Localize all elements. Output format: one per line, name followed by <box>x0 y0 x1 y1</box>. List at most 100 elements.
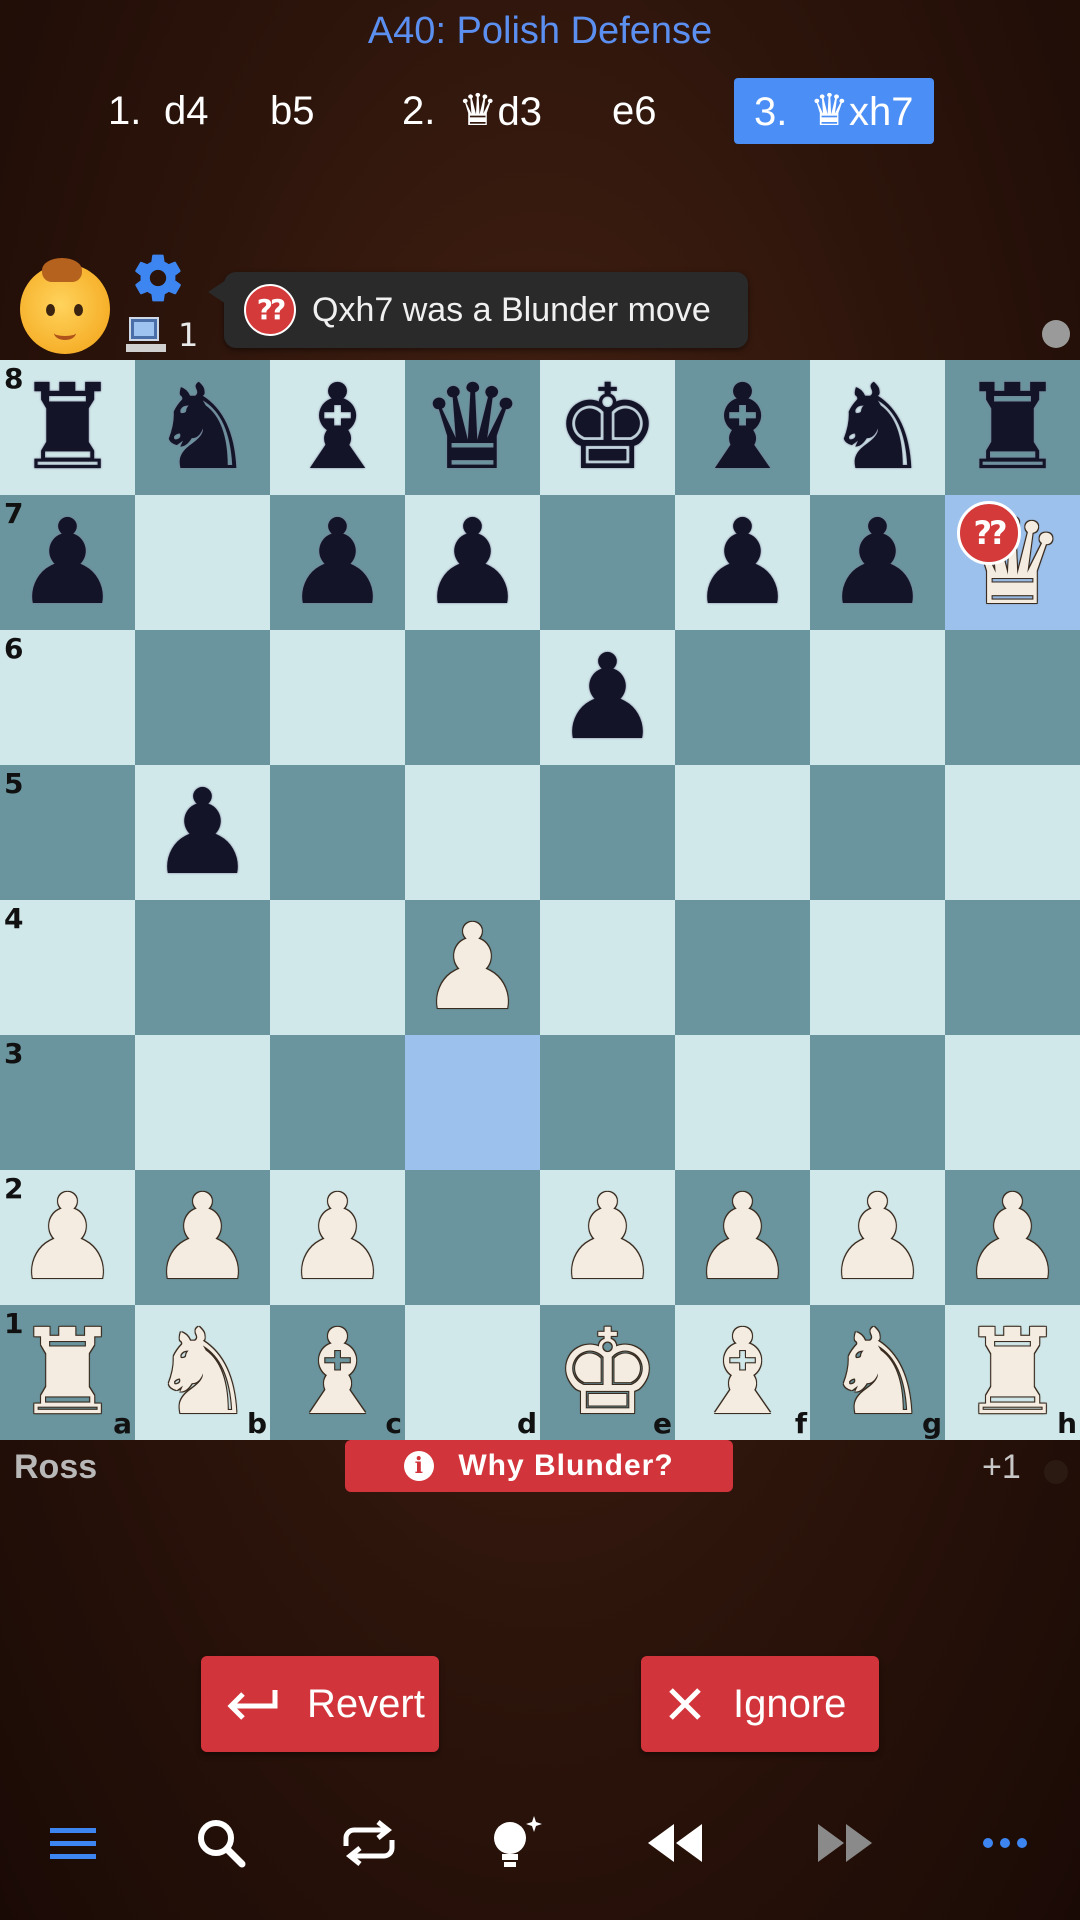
square-f5[interactable] <box>675 765 810 900</box>
square-f8[interactable]: ♝ <box>675 360 810 495</box>
ignore-button[interactable]: Ignore <box>641 1656 879 1752</box>
white-pawn-icon[interactable]: ♟ <box>810 1170 945 1305</box>
square-c8[interactable]: ♝ <box>270 360 405 495</box>
square-e5[interactable] <box>540 765 675 900</box>
black-pawn-icon[interactable]: ♟ <box>0 495 135 630</box>
square-e3[interactable] <box>540 1035 675 1170</box>
black-king-icon[interactable]: ♚ <box>540 360 675 495</box>
square-c7[interactable]: ♟ <box>270 495 405 630</box>
square-a6[interactable]: 6 <box>0 630 135 765</box>
square-d7[interactable]: ♟ <box>405 495 540 630</box>
white-pawn-icon[interactable]: ♟ <box>0 1170 135 1305</box>
fast-forward-icon[interactable] <box>810 1808 880 1878</box>
move-active[interactable]: 3. ♛xh7 <box>734 78 934 144</box>
square-c4[interactable] <box>270 900 405 1035</box>
square-g5[interactable] <box>810 765 945 900</box>
square-c5[interactable] <box>270 765 405 900</box>
square-h2[interactable]: ♟ <box>945 1170 1080 1305</box>
square-b6[interactable] <box>135 630 270 765</box>
baby-face-icon[interactable] <box>20 258 110 354</box>
black-pawn-icon[interactable]: ♟ <box>270 495 405 630</box>
square-f7[interactable]: ♟ <box>675 495 810 630</box>
black-pawn-icon[interactable]: ♟ <box>810 495 945 630</box>
search-icon[interactable] <box>186 1808 256 1878</box>
square-b4[interactable] <box>135 900 270 1035</box>
square-h6[interactable] <box>945 630 1080 765</box>
square-d6[interactable] <box>405 630 540 765</box>
black-pawn-icon[interactable]: ♟ <box>675 495 810 630</box>
square-g1[interactable]: ♞ g <box>810 1305 945 1440</box>
more-icon[interactable] <box>970 1808 1040 1878</box>
square-e7[interactable] <box>540 495 675 630</box>
square-f1[interactable]: ♝ f <box>675 1305 810 1440</box>
square-a5[interactable]: 5 <box>0 765 135 900</box>
square-e8[interactable]: ♚ <box>540 360 675 495</box>
square-f2[interactable]: ♟ <box>675 1170 810 1305</box>
square-g8[interactable]: ♞ <box>810 360 945 495</box>
black-rook-icon[interactable]: ♜ <box>945 360 1080 495</box>
square-e6[interactable]: ♟ <box>540 630 675 765</box>
square-a1[interactable]: 1 ♜ a <box>0 1305 135 1440</box>
square-c1[interactable]: ♝ c <box>270 1305 405 1440</box>
square-g4[interactable] <box>810 900 945 1035</box>
square-h1[interactable]: ♜ h <box>945 1305 1080 1440</box>
white-pawn-icon[interactable]: ♟ <box>540 1170 675 1305</box>
square-h5[interactable] <box>945 765 1080 900</box>
square-d8[interactable]: ♛ <box>405 360 540 495</box>
chess-board[interactable]: 8 ♜ ♞ ♝ ♛ ♚ ♝ ♞ ♜ 7 ♟ ♟ ♟ ♟ ♟ ?? ♛ 6 ♟ 5 ♟ … <box>0 360 1080 1440</box>
square-b7[interactable] <box>135 495 270 630</box>
flip-icon[interactable] <box>334 1808 404 1878</box>
move-black[interactable]: e6 <box>612 78 657 144</box>
square-g2[interactable]: ♟ <box>810 1170 945 1305</box>
white-pawn-icon[interactable]: ♟ <box>135 1170 270 1305</box>
square-a2[interactable]: 2 ♟ <box>0 1170 135 1305</box>
black-bishop-icon[interactable]: ♝ <box>675 360 810 495</box>
black-knight-icon[interactable]: ♞ <box>810 360 945 495</box>
square-h8[interactable]: ♜ <box>945 360 1080 495</box>
square-g3[interactable] <box>810 1035 945 1170</box>
square-d5[interactable] <box>405 765 540 900</box>
square-d1[interactable]: d <box>405 1305 540 1440</box>
rewind-icon[interactable] <box>640 1808 710 1878</box>
square-b8[interactable]: ♞ <box>135 360 270 495</box>
black-rook-icon[interactable]: ♜ <box>0 360 135 495</box>
square-d4[interactable]: ♟ <box>405 900 540 1035</box>
square-a7[interactable]: 7 ♟ <box>0 495 135 630</box>
square-h4[interactable] <box>945 900 1080 1035</box>
square-f6[interactable] <box>675 630 810 765</box>
white-pawn-icon[interactable]: ♟ <box>270 1170 405 1305</box>
white-bishop-icon[interactable]: ♝ <box>675 1305 810 1440</box>
move-white[interactable]: ♛d3 <box>458 78 542 144</box>
square-e4[interactable] <box>540 900 675 1035</box>
revert-button[interactable]: Revert <box>201 1656 439 1752</box>
move-white[interactable]: d4 <box>164 78 209 144</box>
hint-icon[interactable] <box>482 1808 552 1878</box>
square-f4[interactable] <box>675 900 810 1035</box>
square-h3[interactable] <box>945 1035 1080 1170</box>
square-b1[interactable]: ♞ b <box>135 1305 270 1440</box>
black-knight-icon[interactable]: ♞ <box>135 360 270 495</box>
square-f3[interactable] <box>675 1035 810 1170</box>
square-c6[interactable] <box>270 630 405 765</box>
white-pawn-icon[interactable]: ♟ <box>945 1170 1080 1305</box>
square-b2[interactable]: ♟ <box>135 1170 270 1305</box>
move-black[interactable]: b5 <box>270 78 315 144</box>
white-pawn-icon[interactable]: ♟ <box>405 900 540 1035</box>
square-a8[interactable]: 8 ♜ <box>0 360 135 495</box>
square-d3[interactable] <box>405 1035 540 1170</box>
square-a3[interactable]: 3 <box>0 1035 135 1170</box>
square-g6[interactable] <box>810 630 945 765</box>
why-blunder-button[interactable]: i Why Blunder? <box>345 1440 733 1492</box>
gear-icon[interactable] <box>130 250 186 306</box>
square-e1[interactable]: ♚ e <box>540 1305 675 1440</box>
black-pawn-icon[interactable]: ♟ <box>405 495 540 630</box>
square-a4[interactable]: 4 <box>0 900 135 1035</box>
square-g7[interactable]: ♟ <box>810 495 945 630</box>
black-pawn-icon[interactable]: ♟ <box>540 630 675 765</box>
square-e2[interactable]: ♟ <box>540 1170 675 1305</box>
square-h7[interactable]: ?? ♛ <box>945 495 1080 630</box>
black-bishop-icon[interactable]: ♝ <box>270 360 405 495</box>
black-pawn-icon[interactable]: ♟ <box>135 765 270 900</box>
menu-icon[interactable] <box>38 1808 108 1878</box>
square-b3[interactable] <box>135 1035 270 1170</box>
